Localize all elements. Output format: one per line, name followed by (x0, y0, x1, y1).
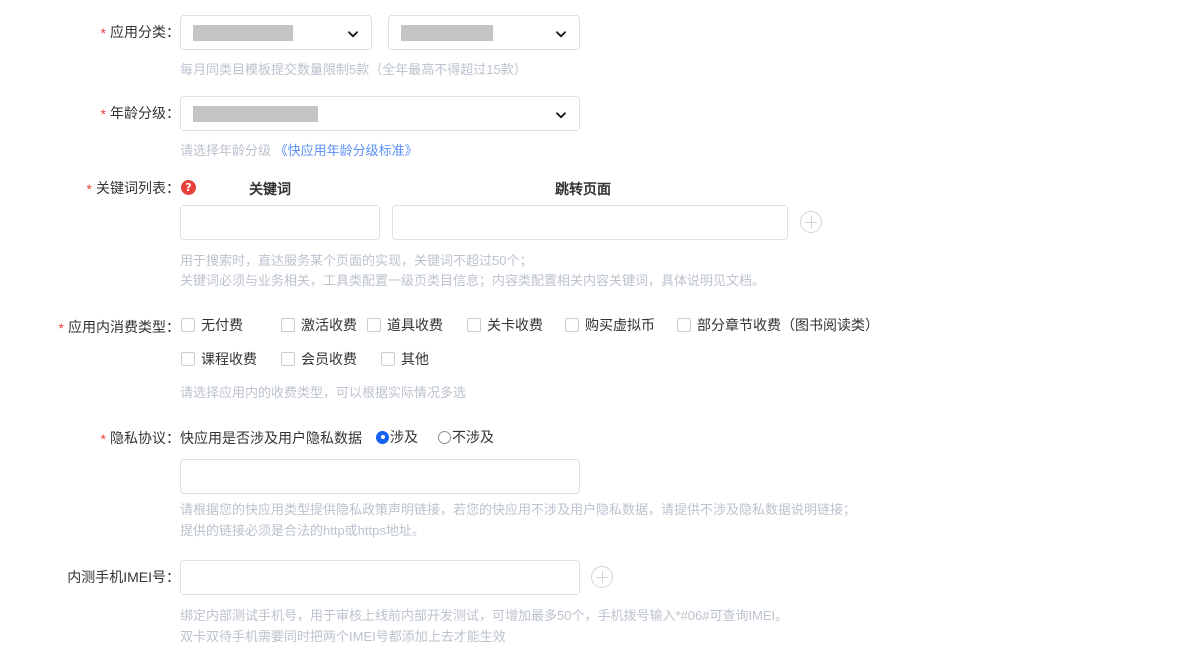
checkbox-icon[interactable] (181, 352, 195, 366)
radio-label: 涉及 (390, 429, 418, 445)
keyword-hint-line2: 关键词必须与业务相关，工具类配置一级页类目信息；内容类配置相关内容关键词，具体说… (180, 273, 766, 288)
age-rating-label-text: 年龄分级： (110, 105, 180, 121)
checkbox-item-other[interactable]: 其他 (381, 351, 429, 367)
age-rating-standard-link[interactable]: 《快应用年龄分级标准》 (275, 143, 418, 158)
checkbox-label: 其他 (401, 351, 429, 367)
chevron-down-icon (347, 28, 359, 40)
checkbox-label: 无付费 (201, 317, 243, 333)
checkbox-label: 激活收费 (301, 317, 357, 333)
add-imei-button[interactable] (591, 566, 613, 588)
checkbox-label: 会员收费 (301, 351, 357, 367)
checkbox-icon[interactable] (367, 318, 381, 332)
checkbox-label: 课程收费 (201, 351, 257, 367)
checkbox-icon[interactable] (381, 352, 395, 366)
app-category-label-text: 应用分类： (110, 24, 180, 40)
add-keyword-row-button[interactable] (800, 211, 822, 233)
privacy-policy-label: * 隐私协议： (0, 428, 180, 449)
keyword-input[interactable] (180, 205, 380, 240)
required-asterisk-icon: * (86, 181, 92, 197)
app-submission-form: * 应用分类： 每月同类目模板提交数量限制5款（全年最高不得超过15款） * 年龄分… (0, 0, 1197, 664)
privacy-policy-hint-line2: 提供的链接必须是合法的http或https地址。 (180, 523, 425, 538)
jump-page-input[interactable] (392, 205, 788, 240)
checkbox-item-chapter-fee[interactable]: 部分章节收费（图书阅读类） (677, 317, 879, 333)
privacy-policy-radio-group: 涉及 不涉及 (376, 429, 494, 445)
checkbox-item-course-fee[interactable]: 课程收费 (181, 351, 257, 367)
privacy-policy-hint-line1: 请根据您的快应用类型提供隐私政策声明链接，若您的快应用不涉及用户隐私数据，请提供… (180, 502, 857, 517)
imei-label: 内测手机IMEI号： (67, 569, 180, 585)
privacy-policy-label-wrap: * 隐私协议： (0, 428, 180, 448)
imei-hint-line1: 绑定内部测试手机号，用于审核上线前内部开发测试，可增加最多50个，手机拨号输入*… (180, 608, 789, 623)
in-app-purchase-hint: 请选择应用内的收费类型，可以根据实际情况多选 (180, 385, 467, 400)
required-asterisk-icon: * (100, 106, 106, 122)
app-category-label-wrap: * 应用分类： (0, 14, 180, 41)
age-rating-hint-prefix: 请选择年龄分级 (180, 143, 275, 158)
checkbox-icon[interactable] (281, 318, 295, 332)
checkbox-item-free[interactable]: 无付费 (181, 317, 243, 333)
required-asterisk-icon: * (100, 431, 106, 447)
checkbox-icon[interactable] (181, 318, 195, 332)
privacy-policy-question: 快应用是否涉及用户隐私数据 (180, 430, 362, 446)
question-mark-icon[interactable]: ? (181, 180, 196, 195)
age-rating-label: * 年龄分级： (0, 103, 180, 124)
privacy-policy-url-input[interactable] (180, 459, 580, 494)
privacy-policy-label-text: 隐私协议： (110, 430, 180, 446)
checkbox-item-level-fee[interactable]: 关卡收费 (467, 317, 543, 333)
checkbox-icon[interactable] (677, 318, 691, 332)
imei-hint-line2: 双卡双待手机需要同时把两个IMEI号都添加上去才能生效 (180, 629, 506, 644)
keyword-list-label-text: 关键词列表： (96, 180, 180, 196)
app-category-secondary-redacted-value (401, 25, 493, 41)
app-category-secondary-select[interactable] (388, 15, 580, 50)
imei-label-wrap: 内测手机IMEI号： (0, 559, 180, 585)
imei-input[interactable] (180, 560, 580, 595)
radio-unselected-icon[interactable] (438, 430, 451, 444)
checkbox-item-activation-fee[interactable]: 激活收费 (281, 317, 357, 333)
age-rating-redacted-value (193, 106, 318, 122)
chevron-down-icon (555, 109, 567, 121)
checkbox-label: 关卡收费 (487, 317, 543, 333)
checkbox-label: 部分章节收费（图书阅读类） (697, 317, 879, 333)
checkbox-item-item-fee[interactable]: 道具收费 (367, 317, 443, 333)
radio-item-involved[interactable]: 涉及 (376, 429, 418, 445)
chevron-down-icon (555, 28, 567, 40)
app-category-label: * 应用分类： (0, 22, 180, 43)
app-category-primary-select[interactable] (180, 15, 372, 50)
age-rating-label-wrap: * 年龄分级： (0, 95, 180, 122)
checkbox-icon[interactable] (281, 352, 295, 366)
app-category-primary-redacted-value (193, 25, 293, 41)
required-asterisk-icon: * (100, 25, 106, 41)
age-rating-select[interactable] (180, 96, 580, 131)
radio-label: 不涉及 (452, 429, 494, 445)
in-app-purchase-checkbox-group: 无付费 激活收费 道具收费 关卡收费 购买虚拟币 部分章节收费（图书阅读类） 课… (0, 317, 1197, 377)
checkbox-item-virtual-currency[interactable]: 购买虚拟币 (565, 317, 655, 333)
checkbox-label: 购买虚拟币 (585, 317, 655, 333)
checkbox-icon[interactable] (565, 318, 579, 332)
jump-page-column-header: 跳转页面 (555, 181, 611, 197)
keyword-list-label-wrap: * 关键词列表： (0, 178, 180, 198)
keyword-column-header: 关键词 (249, 181, 291, 197)
radio-item-not-involved[interactable]: 不涉及 (438, 429, 494, 445)
keyword-list-label: * 关键词列表： (20, 178, 180, 199)
keyword-hint-line1: 用于搜索时，直达服务某个页面的实现，关键词不超过50个； (180, 253, 533, 268)
checkbox-item-membership-fee[interactable]: 会员收费 (281, 351, 357, 367)
checkbox-label: 道具收费 (387, 317, 443, 333)
checkbox-icon[interactable] (467, 318, 481, 332)
age-rating-hint: 请选择年龄分级 《快应用年龄分级标准》 (180, 141, 418, 160)
app-category-hint: 每月同类目模板提交数量限制5款（全年最高不得超过15款） (180, 62, 527, 77)
radio-selected-icon[interactable] (376, 430, 389, 444)
